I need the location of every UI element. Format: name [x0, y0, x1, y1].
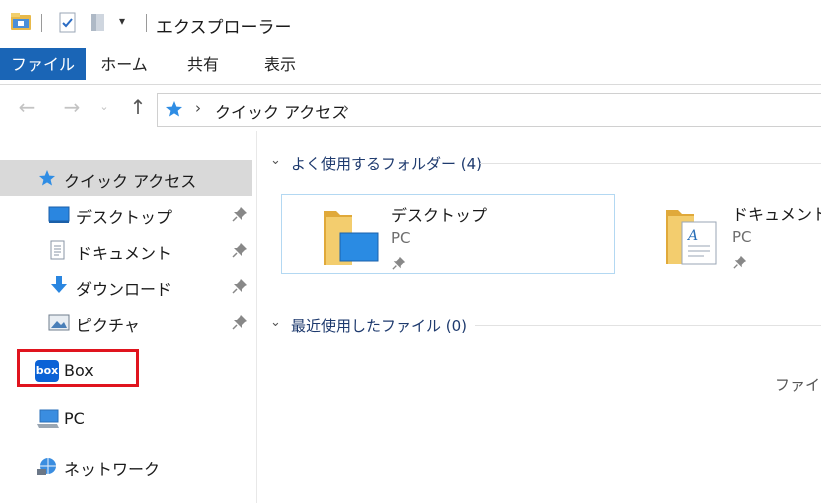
nav-item-label: デスクトップ: [76, 208, 173, 227]
breadcrumb-quick-access[interactable]: クイック アクセス: [215, 99, 347, 123]
tile-name: デスクトップ: [391, 206, 488, 225]
pane-divider[interactable]: [256, 131, 257, 503]
documents-folder-icon: A: [664, 206, 722, 266]
tab-home[interactable]: ホーム: [98, 48, 150, 81]
network-icon: [36, 456, 60, 476]
highlight-box: [17, 349, 139, 387]
nav-item-documents[interactable]: ドキュメント: [0, 232, 252, 268]
nav-item-label: PC: [64, 409, 85, 428]
nav-item-pc[interactable]: PC: [0, 401, 252, 437]
nav-item-label: ダウンロード: [76, 280, 173, 299]
customize-toolbar-dropdown-icon[interactable]: ▾: [119, 14, 133, 30]
nav-item-label: ピクチャ: [76, 316, 140, 335]
new-folder-icon[interactable]: [89, 13, 107, 33]
document-icon: [49, 240, 67, 260]
tile-name: ドキュメント: [732, 205, 821, 224]
pin-icon: [733, 254, 747, 269]
nav-item-pictures[interactable]: ピクチャ: [0, 304, 252, 340]
navigation-bar: ← → ⌄ ↑ › › クイック アクセス: [0, 85, 821, 131]
forward-arrow-icon[interactable]: →: [60, 93, 84, 121]
tile-location: PC: [732, 228, 752, 246]
nav-item-network[interactable]: ネットワーク: [0, 448, 252, 484]
nav-item-downloads[interactable]: ダウンロード: [0, 268, 252, 304]
star-icon: [38, 169, 56, 187]
pin-icon[interactable]: [232, 314, 248, 330]
pin-icon[interactable]: [232, 278, 248, 294]
window-title: エクスプローラー: [156, 18, 292, 38]
nav-item-label: クイック アクセス: [64, 172, 197, 191]
title-bar: ▾ エクスプローラー: [0, 0, 821, 48]
download-icon: [49, 275, 69, 295]
desktop-icon: [48, 206, 70, 224]
nav-item-quick-access[interactable]: クイック アクセス: [0, 160, 252, 196]
navigation-pane: クイック アクセス デスクトップ ドキュメント ダウンロード ピクチャ box …: [0, 131, 256, 503]
pin-icon[interactable]: [232, 242, 248, 258]
svg-text:A: A: [686, 228, 698, 244]
recent-locations-icon[interactable]: ⌄: [96, 93, 112, 121]
tile-location: PC: [391, 229, 411, 247]
empty-state-text: ファイル: [775, 376, 821, 394]
back-arrow-icon[interactable]: ←: [15, 93, 39, 121]
nav-item-label: ドキュメント: [76, 244, 173, 263]
tab-view[interactable]: 表示: [256, 48, 304, 81]
properties-icon[interactable]: [58, 12, 78, 34]
collapse-chevron-icon[interactable]: ⌄: [270, 315, 281, 330]
star-icon: [165, 100, 183, 118]
up-arrow-icon[interactable]: ↑: [126, 93, 150, 121]
tab-file[interactable]: ファイル: [0, 48, 86, 80]
folder-tile-documents[interactable]: A ドキュメント PC: [622, 194, 821, 274]
explorer-folder-icon[interactable]: [10, 12, 32, 32]
pin-icon: [392, 255, 406, 270]
pictures-icon: [48, 314, 70, 332]
desktop-folder-icon: [322, 207, 380, 267]
tab-share[interactable]: 共有: [180, 48, 226, 81]
nav-item-desktop[interactable]: デスクトップ: [0, 196, 252, 232]
recent-files-header[interactable]: 最近使用したファイル (0): [291, 315, 467, 336]
pc-icon: [36, 409, 60, 429]
frequent-folders-header[interactable]: よく使用するフォルダー (4): [291, 153, 482, 174]
nav-item-label: ネットワーク: [64, 460, 161, 479]
breadcrumb-separator-icon[interactable]: ›: [195, 99, 201, 117]
folder-tile-desktop[interactable]: デスクトップ PC: [281, 194, 615, 274]
pin-icon[interactable]: [232, 206, 248, 222]
collapse-chevron-icon[interactable]: ⌄: [270, 153, 281, 168]
ribbon-tabs: ファイル ホーム 共有 表示: [0, 48, 821, 85]
